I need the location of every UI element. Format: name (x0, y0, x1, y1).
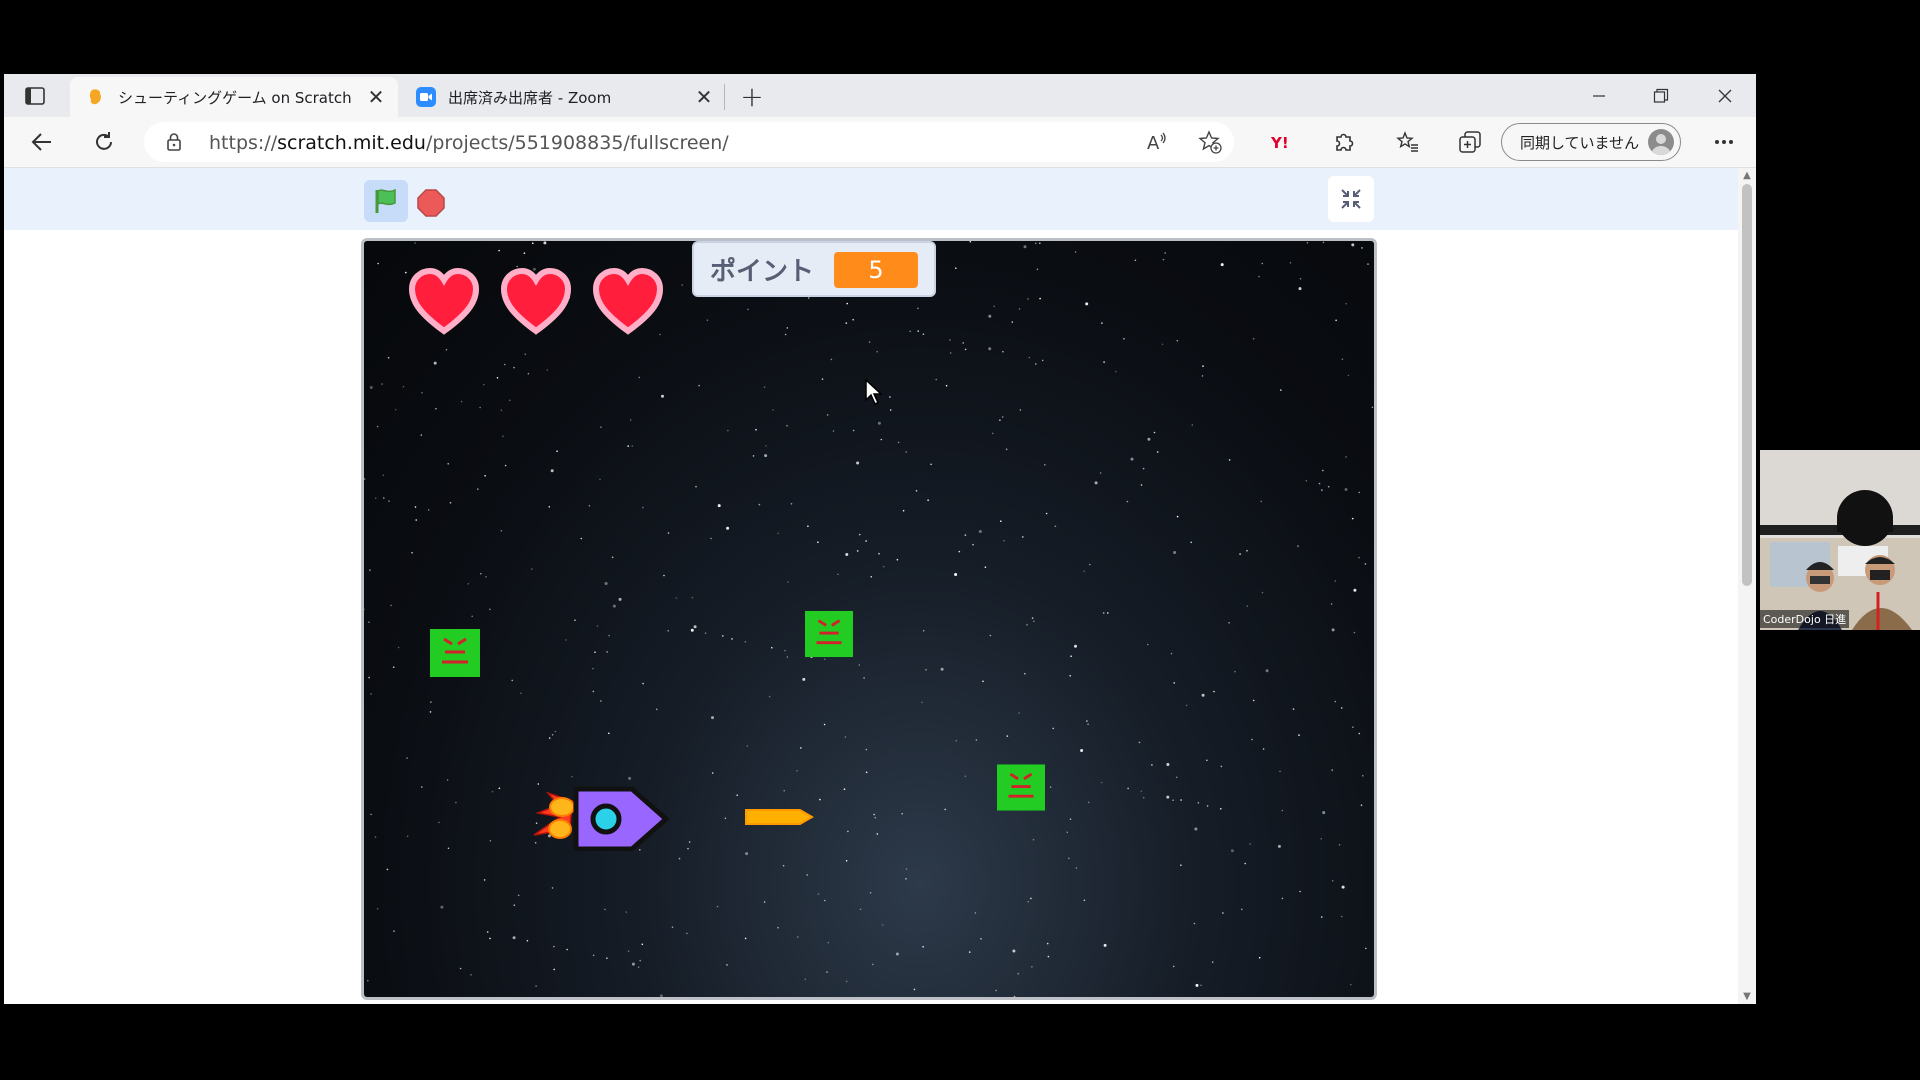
more-icon (1715, 140, 1733, 144)
browser-toolbar: https://scratch.mit.edu/projects/5519088… (4, 117, 1756, 168)
restore-icon (1653, 88, 1669, 103)
back-arrow-icon (31, 133, 51, 151)
close-icon (1718, 89, 1732, 102)
stop-button[interactable] (416, 188, 446, 218)
url-prefix: https:// (209, 132, 278, 154)
exit-fullscreen-icon (1341, 189, 1361, 209)
profile-label: 同期していません (1520, 133, 1640, 152)
score-value: 5 (834, 252, 918, 288)
puzzle-icon (1336, 133, 1354, 151)
profile-button[interactable]: 同期していません (1501, 123, 1681, 161)
page-content: ポイント 5 (4, 168, 1738, 1004)
refresh-icon (96, 132, 112, 150)
svg-text:A: A (1147, 133, 1160, 153)
enemy-sprite (430, 629, 480, 677)
zoom-favicon-icon (416, 87, 436, 107)
tab-actions-button[interactable] (12, 80, 58, 111)
settings-more-button[interactable] (1704, 125, 1744, 159)
enemy-sprite (997, 764, 1045, 811)
exit-fullscreen-button[interactable] (1328, 176, 1374, 222)
browser-window: シューティングゲーム on Scratch ✕ 出席済み出席者 - Zoom ✕… (4, 74, 1756, 1004)
yahoo-extension-button[interactable]: Y! (1264, 125, 1304, 159)
scroll-down-icon[interactable]: ▼ (1742, 991, 1752, 1002)
scrollbar-thumb[interactable] (1742, 184, 1752, 586)
scratch-favicon-icon (86, 87, 106, 107)
bullet-sprite (745, 809, 814, 825)
green-flag-icon (375, 188, 396, 213)
url-text[interactable]: https://scratch.mit.edu/projects/5519088… (209, 132, 729, 154)
game-stage[interactable]: ポイント 5 (361, 238, 1377, 1000)
page-scrollbar[interactable]: ▲ ▼ (1738, 168, 1756, 1004)
minimize-button[interactable] (1568, 74, 1630, 117)
stop-sign-icon (417, 189, 445, 217)
extensions-button[interactable] (1324, 125, 1364, 159)
tab-zoom[interactable]: 出席済み出席者 - Zoom ✕ (400, 77, 726, 117)
tab-separator (724, 84, 725, 110)
tab-title: シューティングゲーム on Scratch (118, 88, 352, 107)
tab-actions-icon (25, 86, 45, 105)
green-flag-button[interactable] (364, 180, 408, 222)
read-aloud-icon[interactable]: A (1142, 128, 1174, 156)
url-path: /projects/551908835/fullscreen/ (425, 132, 729, 154)
video-feed (1760, 450, 1920, 630)
favorites-list-icon (1396, 131, 1418, 152)
heart-life-icon (592, 267, 664, 335)
zoom-video-thumbnail[interactable]: CoderDojo 日進 (1760, 450, 1920, 630)
starfield-background (364, 241, 1374, 997)
heart-life-icon (500, 267, 572, 335)
mouse-cursor-icon (865, 378, 883, 406)
heart-life-icon (408, 267, 480, 335)
address-bar[interactable]: https://scratch.mit.edu/projects/5519088… (144, 122, 1234, 162)
close-tab-icon[interactable]: ✕ (694, 85, 714, 109)
favorites-button[interactable] (1388, 125, 1428, 159)
collections-icon (1459, 131, 1481, 153)
avatar (1648, 129, 1674, 155)
participant-name: CoderDojo 日進 (1760, 610, 1850, 628)
close-tab-icon[interactable]: ✕ (366, 85, 386, 109)
back-button[interactable] (22, 125, 62, 159)
lock-icon[interactable] (166, 132, 182, 156)
scratch-controls-bar (4, 168, 1738, 230)
player-ship-sprite (533, 786, 670, 851)
tab-title: 出席済み出席者 - Zoom (448, 88, 612, 107)
minimize-icon (1593, 94, 1605, 97)
tab-strip: シューティングゲーム on Scratch ✕ 出席済み出席者 - Zoom ✕… (4, 74, 1756, 117)
url-host: scratch.mit.edu (277, 132, 426, 154)
collections-button[interactable] (1450, 125, 1490, 159)
refresh-button[interactable] (84, 125, 124, 159)
close-window-button[interactable] (1694, 74, 1756, 117)
new-tab-button[interactable]: + (734, 80, 770, 113)
restore-button[interactable] (1630, 74, 1692, 117)
scroll-up-icon[interactable]: ▲ (1742, 170, 1752, 181)
lives-display (408, 267, 664, 339)
svg-text:Y!: Y! (1271, 134, 1289, 150)
score-monitor: ポイント 5 (692, 241, 936, 297)
enemy-sprite (805, 610, 853, 658)
tab-scratch[interactable]: シューティングゲーム on Scratch ✕ (70, 77, 398, 117)
score-label: ポイント (710, 256, 815, 287)
add-favorite-icon[interactable] (1194, 128, 1226, 156)
yahoo-icon: Y! (1271, 134, 1289, 150)
